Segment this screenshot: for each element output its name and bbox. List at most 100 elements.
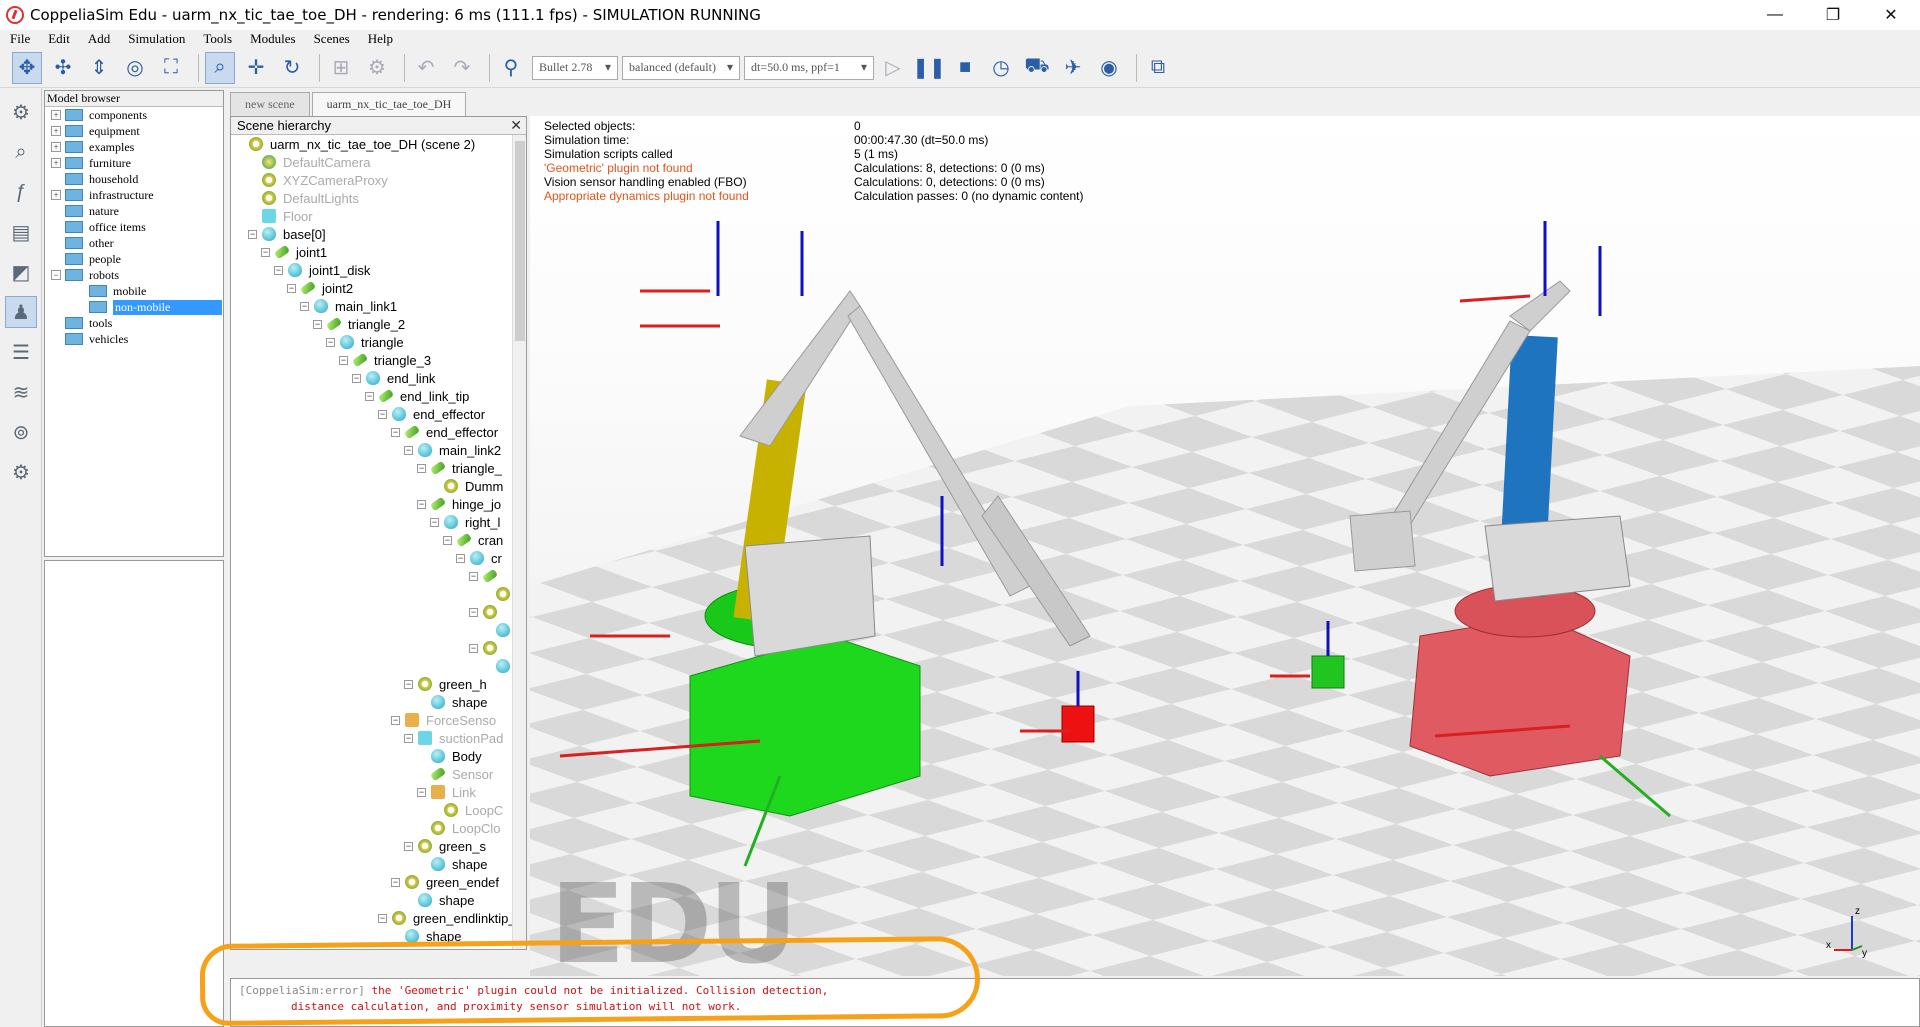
scripts-icon[interactable]: ▤: [5, 216, 37, 248]
dynamics-toggle-icon[interactable]: ⚲: [496, 52, 526, 84]
hierarchy-node[interactable]: − joint1_disk: [231, 261, 526, 279]
menu-edit[interactable]: Edit: [38, 31, 78, 47]
menu-scenes[interactable]: Scenes: [304, 31, 358, 47]
collapse-toggle-icon[interactable]: −: [456, 553, 465, 563]
menu-tools[interactable]: Tools: [193, 31, 240, 47]
collapse-toggle-icon[interactable]: −: [339, 355, 348, 365]
visualization-toggle-icon[interactable]: ◉: [1094, 52, 1124, 84]
object-shift-icon[interactable]: ✛: [241, 52, 271, 84]
hierarchy-node[interactable]: − triangle_: [231, 459, 526, 477]
realtime-mode-icon[interactable]: ◷: [986, 52, 1016, 84]
hierarchy-node[interactable]: − green_s: [231, 837, 526, 855]
assemble-icon[interactable]: ⊞: [326, 52, 356, 84]
collapse-toggle-icon[interactable]: −: [378, 913, 387, 923]
user-settings-icon[interactable]: ⚙: [5, 456, 37, 488]
expand-toggle-icon[interactable]: +: [51, 142, 61, 152]
camera-shift-icon[interactable]: ⇕: [84, 52, 114, 84]
hierarchy-node[interactable]: −: [231, 639, 526, 657]
collapse-toggle-icon[interactable]: −: [443, 535, 452, 545]
collapse-toggle-icon[interactable]: −: [417, 463, 426, 473]
collapse-toggle-icon[interactable]: −: [417, 499, 426, 509]
tab-new-scene[interactable]: new scene: [230, 92, 310, 116]
model-folder-item[interactable]: + components: [45, 107, 223, 123]
expand-toggle-icon[interactable]: +: [51, 158, 61, 168]
model-folder-item[interactable]: vehicles: [45, 331, 223, 347]
menu-simulation[interactable]: Simulation: [118, 31, 193, 47]
collapse-toggle-icon[interactable]: −: [469, 571, 478, 581]
slow-down-icon[interactable]: ⛟: [1022, 52, 1052, 84]
collapse-toggle-icon[interactable]: −: [274, 265, 283, 275]
hierarchy-node[interactable]: − main_link1: [231, 297, 526, 315]
model-folder-item[interactable]: + infrastructure: [45, 187, 223, 203]
model-folder-item[interactable]: − robots: [45, 267, 223, 283]
model-folder-item[interactable]: people: [45, 251, 223, 267]
hierarchy-node[interactable]: − triangle: [231, 333, 526, 351]
model-folder-item[interactable]: non-mobile: [45, 299, 223, 315]
menu-add[interactable]: Add: [78, 31, 118, 47]
hierarchy-node[interactable]: [231, 585, 526, 603]
transfer-dna-icon[interactable]: ⚙: [362, 52, 392, 84]
collapse-toggle-icon[interactable]: −: [469, 643, 478, 653]
collapse-toggle-icon[interactable]: −: [352, 373, 361, 383]
camera-rotate-icon[interactable]: ✣: [48, 52, 78, 84]
hierarchy-node[interactable]: −: [231, 603, 526, 621]
model-folder-item[interactable]: other: [45, 235, 223, 251]
start-simulation-icon[interactable]: ▷: [878, 52, 908, 84]
close-button[interactable]: ✕: [1862, 0, 1920, 30]
click-selection-icon[interactable]: ⌕: [205, 51, 235, 84]
camera-angle-icon[interactable]: ◎: [120, 52, 150, 84]
collapse-toggle-icon[interactable]: −: [378, 409, 387, 419]
model-folder-item[interactable]: office items: [45, 219, 223, 235]
hierarchy-node[interactable]: − hinge_jo: [231, 495, 526, 513]
scene-viewport[interactable]: Selected objects: 0 Simulation time: 00:00:…: [530, 116, 1920, 976]
hierarchy-node[interactable]: − main_link2: [231, 441, 526, 459]
hierarchy-node[interactable]: Dumm: [231, 477, 526, 495]
fit-to-view-icon[interactable]: ⛶: [156, 52, 186, 84]
collapse-toggle-icon[interactable]: −: [248, 229, 257, 239]
model-folder-item[interactable]: mobile: [45, 283, 223, 299]
menu-modules[interactable]: Modules: [240, 31, 304, 47]
hierarchy-node[interactable]: XYZCameraProxy: [231, 171, 526, 189]
physics-engine-select[interactable]: Bullet 2.78: [532, 55, 618, 80]
hierarchy-node[interactable]: − ForceSenso: [231, 711, 526, 729]
hierarchy-node[interactable]: − end_effector: [231, 423, 526, 441]
model-folder-item[interactable]: + furniture: [45, 155, 223, 171]
layers-icon[interactable]: ≋: [5, 376, 37, 408]
hierarchy-node[interactable]: − Link: [231, 783, 526, 801]
object-properties-icon[interactable]: ⌕: [5, 136, 37, 168]
model-folder-item[interactable]: household: [45, 171, 223, 187]
hierarchy-node[interactable]: − green_endef: [231, 873, 526, 891]
close-panel-icon[interactable]: ✕: [510, 117, 526, 134]
hierarchy-node[interactable]: uarm_nx_tic_tae_toe_DH (scene 2): [231, 135, 526, 153]
hierarchy-node[interactable]: [231, 657, 526, 675]
expand-toggle-icon[interactable]: −: [51, 270, 61, 280]
hierarchy-node[interactable]: shape: [231, 855, 526, 873]
hierarchy-node[interactable]: − joint2: [231, 279, 526, 297]
tab-uarm-scene[interactable]: uarm_nx_tic_tae_toe_DH: [311, 92, 467, 116]
collapse-toggle-icon[interactable]: −: [287, 283, 296, 293]
collapse-toggle-icon[interactable]: −: [404, 733, 413, 743]
collapse-toggle-icon[interactable]: −: [417, 787, 426, 797]
hierarchy-node[interactable]: − triangle_2: [231, 315, 526, 333]
minimize-button[interactable]: —: [1746, 0, 1804, 30]
hierarchy-node[interactable]: − end_effector: [231, 405, 526, 423]
redo-icon[interactable]: ↷: [447, 52, 477, 84]
calculation-module-icon[interactable]: ƒ: [5, 176, 37, 208]
scene-hierarchy-icon[interactable]: ☰: [5, 336, 37, 368]
hierarchy-node[interactable]: − end_link_tip: [231, 387, 526, 405]
hierarchy-node[interactable]: LoopC: [231, 801, 526, 819]
scene-selector-icon[interactable]: ⧉: [1143, 52, 1173, 84]
speed-up-icon[interactable]: ✈: [1058, 52, 1088, 84]
collapse-toggle-icon[interactable]: −: [365, 391, 374, 401]
hierarchy-node[interactable]: − triangle_3: [231, 351, 526, 369]
hierarchy-node[interactable]: − green_h: [231, 675, 526, 693]
shape-edit-icon[interactable]: ◩: [5, 256, 37, 288]
engine-accuracy-select[interactable]: balanced (default): [622, 55, 740, 80]
hierarchy-node[interactable]: LoopClo: [231, 819, 526, 837]
hierarchy-node[interactable]: shape: [231, 693, 526, 711]
hierarchy-node[interactable]: −: [231, 567, 526, 585]
collapse-toggle-icon[interactable]: −: [469, 607, 478, 617]
hierarchy-node[interactable]: − cr: [231, 549, 526, 567]
hierarchy-node[interactable]: Body: [231, 747, 526, 765]
hierarchy-node[interactable]: − base[0]: [231, 225, 526, 243]
